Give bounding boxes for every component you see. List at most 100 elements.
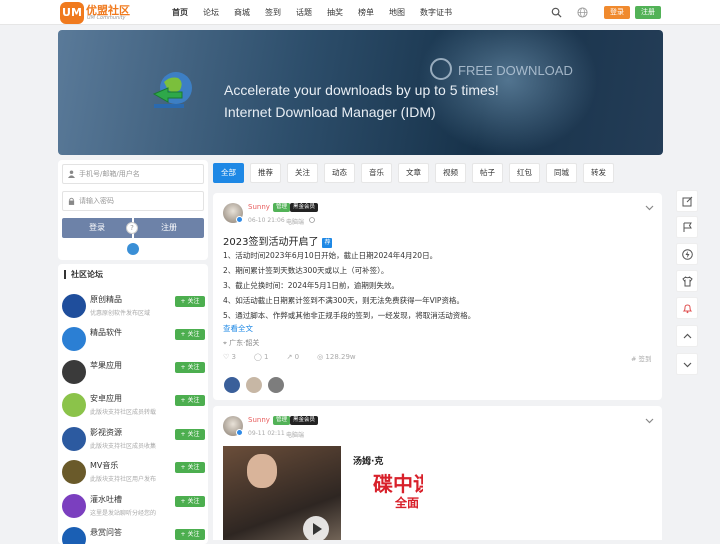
main-nav: 首页 论坛 商城 签到 话题 抽奖 榜单 地图 数字证书 (172, 0, 467, 25)
scroll-up-button[interactable] (676, 325, 698, 347)
follow-button[interactable]: + 关注 (175, 329, 205, 340)
forum-name: 原创精品 (90, 295, 122, 304)
banner-line2: Internet Download Manager (IDM) (224, 104, 436, 120)
post-card[interactable]: Sunny 管理 黑金会员 06-10 21:06 电脑端 2023签到活动开启… (213, 193, 662, 400)
banner[interactable]: FREE DOWNLOAD Accelerate your downloads … (58, 30, 663, 155)
nav-certificate[interactable]: 数字证书 (420, 0, 452, 25)
liker-avatar[interactable] (245, 376, 263, 394)
post-card[interactable]: Sunny 管理 黑金会员 09-11 02:11 电脑端 汤姆·克 碟中谍 全… (213, 406, 662, 540)
tab-recommended[interactable]: 推荐 (250, 163, 281, 183)
follow-button[interactable]: + 关注 (175, 362, 205, 373)
forum-desc: 此版块支持社区成员转载 (90, 409, 157, 416)
nav-signin[interactable]: 签到 (265, 0, 281, 25)
tab-red-packets[interactable]: 红包 (509, 163, 540, 183)
forum-name: 安卓应用 (90, 394, 122, 403)
forum-item[interactable]: 悬赏问答 + 关注 (62, 525, 205, 544)
nav-map[interactable]: 地图 (389, 0, 405, 25)
post-title-text: 2023签到活动开启了 (223, 237, 319, 248)
comment-icon: ◯ (253, 353, 265, 361)
follow-button[interactable]: + 关注 (175, 529, 205, 540)
tab-following[interactable]: 关注 (287, 163, 318, 183)
nav-rankings[interactable]: 榜单 (358, 0, 374, 25)
topic-tag[interactable]: # 签到 (631, 353, 652, 363)
notification-button[interactable] (676, 297, 698, 319)
read-more-link[interactable]: 查看全文 (223, 323, 253, 334)
forum-item[interactable]: 安卓应用 此版块支持社区成员转载 + 关注 (62, 391, 205, 421)
liker-avatar[interactable] (267, 376, 285, 394)
verified-icon (236, 429, 243, 436)
edit-button[interactable] (676, 190, 698, 212)
forum-item[interactable]: MV音乐 此版块支持社区用户发布 + 关注 (62, 458, 205, 488)
tab-reposts[interactable]: 转发 (583, 163, 614, 183)
nav-topics[interactable]: 话题 (296, 0, 312, 25)
forum-item[interactable]: 原创精品 优惠原创软件发布区域 + 关注 (62, 292, 205, 322)
flag-button[interactable] (676, 216, 698, 238)
tab-music[interactable]: 音乐 (361, 163, 392, 183)
poster-title: 碟中谍 (373, 472, 423, 496)
scroll-down-button[interactable] (676, 353, 698, 375)
like-stat[interactable]: ♡ 3 (223, 353, 236, 361)
nav-forum[interactable]: 论坛 (203, 0, 219, 25)
admin-badge: 管理 (273, 203, 291, 212)
banner-line1: Accelerate your downloads by up to 5 tim… (224, 82, 499, 98)
login-panel: 手机号/邮箱/用户名 请输入密码 登录 注册 ? (58, 160, 208, 260)
share-count: 0 (294, 353, 300, 361)
tab-videos[interactable]: 视频 (435, 163, 466, 183)
post-time: 06-10 21:06 (248, 217, 285, 224)
forum-item[interactable]: 影视资源 此版块支持社区成员收集 + 关注 (62, 425, 205, 455)
post-title[interactable]: 2023签到活动开启了荐 (223, 233, 333, 248)
forum-item[interactable]: 灌水吐槽 这里是发站聊听分经您的 + 关注 (62, 492, 205, 522)
password-placeholder: 请输入密码 (79, 197, 114, 205)
chevron-down-icon[interactable] (645, 205, 654, 211)
forum-avatar (62, 460, 86, 484)
register-button[interactable]: 注册 (635, 6, 661, 19)
comment-stat[interactable]: ◯ 1 (254, 353, 269, 361)
forum-item[interactable]: 苹果应用 + 关注 (62, 358, 205, 388)
tab-local[interactable]: 同城 (546, 163, 577, 183)
forum-avatar (62, 327, 86, 351)
post-line: 2、期间累计签到天数达300天或以上（可补签）。 (223, 266, 389, 275)
site-logo[interactable]: UM 优盟社区 UM Community (60, 2, 130, 24)
forum-desc: 优惠原创软件发布区域 (90, 310, 151, 317)
forum-name: 精品软件 (90, 328, 122, 337)
nav-mall[interactable]: 商城 (234, 0, 250, 25)
qq-login-icon[interactable] (127, 243, 139, 255)
forum-desc: 此版块支持社区用户发布 (90, 476, 157, 483)
forum-item[interactable]: 精品软件 + 关注 (62, 325, 205, 355)
post-username[interactable]: Sunny (248, 416, 270, 424)
tab-all[interactable]: 全部 (213, 163, 244, 183)
poster-subtitle: 全面 (395, 496, 420, 510)
forum-name: MV音乐 (90, 461, 119, 470)
forum-name: 苹果应用 (90, 361, 122, 370)
follow-button[interactable]: + 关注 (175, 429, 205, 440)
follow-button[interactable]: + 关注 (175, 296, 205, 307)
post-username[interactable]: Sunny (248, 203, 270, 211)
top-bar: UM 优盟社区 UM Community 首页 论坛 商城 签到 话题 抽奖 榜… (0, 0, 720, 25)
post-image[interactable]: 汤姆·克 碟中谍 全面 (223, 446, 423, 540)
search-icon[interactable] (551, 7, 562, 18)
tab-moments[interactable]: 动态 (324, 163, 355, 183)
panel-register-button[interactable]: 注册 (134, 218, 204, 238)
nav-lottery[interactable]: 抽奖 (327, 0, 343, 25)
follow-button[interactable]: + 关注 (175, 462, 205, 473)
shirt-button[interactable] (676, 270, 698, 292)
password-input[interactable]: 请输入密码 (62, 191, 204, 211)
flag-icon (683, 222, 692, 232)
globe-icon[interactable] (577, 7, 588, 18)
flash-button[interactable] (676, 243, 698, 265)
feed-tabs: 全部 推荐 关注 动态 音乐 文章 视频 帖子 红包 同城 转发 (213, 163, 620, 185)
share-stat[interactable]: ↗ 0 (287, 353, 300, 361)
lock-icon (68, 197, 75, 205)
location-text: 广东·韶关 (229, 339, 260, 347)
tab-posts[interactable]: 帖子 (472, 163, 503, 183)
follow-button[interactable]: + 关注 (175, 395, 205, 406)
panel-login-button[interactable]: 登录 (62, 218, 132, 238)
login-button[interactable]: 登录 (604, 6, 630, 19)
chevron-down-icon[interactable] (645, 418, 654, 424)
tab-articles[interactable]: 文章 (398, 163, 429, 183)
liker-avatar[interactable] (223, 376, 241, 394)
follow-button[interactable]: + 关注 (175, 496, 205, 507)
vip-badge: 黑金会员 (290, 203, 319, 212)
nav-home[interactable]: 首页 (172, 0, 188, 25)
account-input[interactable]: 手机号/邮箱/用户名 (62, 164, 204, 184)
